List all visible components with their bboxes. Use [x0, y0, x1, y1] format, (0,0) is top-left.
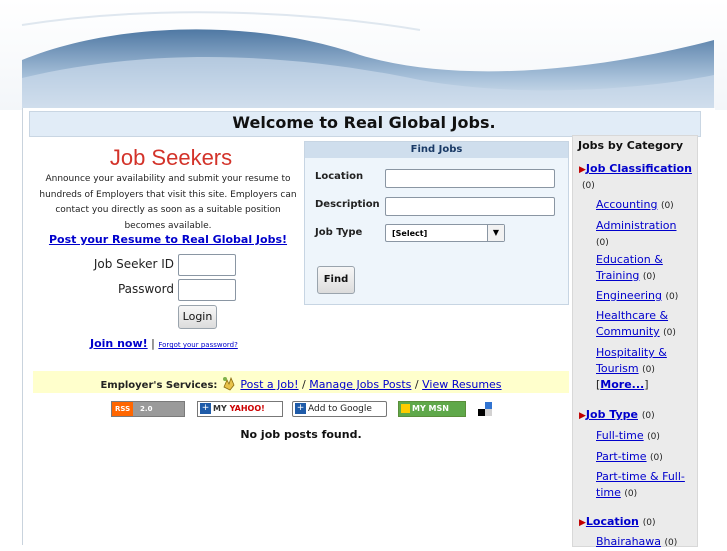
description-label: Description: [315, 199, 380, 210]
type-parttime-link[interactable]: Part-time: [596, 450, 647, 463]
job-classification-link[interactable]: Job Classification: [586, 162, 692, 175]
category-engineering-link[interactable]: Engineering: [596, 289, 662, 302]
sidebar-title: Jobs by Category: [578, 139, 684, 152]
post-job-link[interactable]: Post a Job!: [240, 378, 298, 391]
category-administration-link[interactable]: Administration: [596, 219, 677, 232]
category-count: (0): [642, 365, 655, 375]
join-now-link[interactable]: Join now!: [90, 337, 148, 350]
find-jobs-heading: Find Jobs: [305, 142, 568, 158]
join-separator: |: [151, 337, 155, 350]
forgot-password-link[interactable]: Forgot your password?: [158, 341, 237, 349]
location-count: (0): [642, 518, 656, 528]
sidebar-type-fulltime: Full-time (0): [596, 428, 696, 445]
more-categories-link[interactable]: More...: [600, 378, 644, 391]
msn-butterfly-icon: [401, 404, 410, 413]
job-type-selected-value: [Select]: [392, 229, 428, 238]
job-type-heading: ▶Job Type (0): [579, 408, 655, 421]
password-input[interactable]: [178, 279, 236, 301]
login-button[interactable]: Login: [178, 305, 217, 329]
category-count: (0): [660, 201, 674, 211]
sidebar-category-engineering: Engineering (0): [596, 288, 696, 305]
rss-feed-button[interactable]: RSS 2.0: [111, 401, 185, 417]
sidebar-type-parttime: Part-time (0): [596, 449, 696, 466]
job-type-label: Job Type: [315, 227, 363, 238]
job-type-select[interactable]: [Select] ▼: [385, 224, 505, 242]
location-item-count: (0): [664, 538, 678, 548]
header-banner: [0, 0, 727, 110]
my-msn-label: MY MSN: [412, 404, 449, 413]
post-resume-link[interactable]: Post your Resume to Real Global Jobs!: [49, 233, 287, 246]
find-button[interactable]: Find: [317, 266, 355, 294]
add-to-google-label: Add to Google: [308, 404, 372, 414]
job-type-link[interactable]: Job Type: [586, 408, 638, 421]
caret-right-icon: ▶: [579, 518, 586, 528]
category-healthcare-link[interactable]: Healthcare & Community: [596, 309, 668, 338]
category-count: (0): [663, 328, 676, 338]
page-title: Welcome to Real Global Jobs.: [232, 113, 496, 132]
type-count: (0): [650, 453, 663, 463]
add-to-google-button[interactable]: + Add to Google: [292, 401, 387, 417]
job-seekers-title: Job Seekers: [109, 145, 233, 170]
caret-right-icon: ▶: [579, 165, 586, 175]
password-label: Password: [117, 282, 174, 296]
chevron-down-icon[interactable]: ▼: [487, 225, 504, 241]
plus-icon: +: [200, 403, 211, 414]
delicious-icon[interactable]: [478, 402, 492, 416]
manage-jobs-link[interactable]: Manage Jobs Posts: [309, 378, 411, 391]
category-count: (0): [665, 292, 679, 302]
description-input[interactable]: [385, 197, 555, 216]
category-count: (0): [642, 272, 656, 282]
category-accounting-link[interactable]: Accounting: [596, 198, 657, 211]
sidebar-more: [More...]: [596, 378, 649, 391]
location-input[interactable]: [385, 169, 555, 188]
hand-pointer-icon: [221, 376, 241, 391]
job-classification-heading: ▶Job Classification: [579, 162, 692, 175]
job-seekers-description: Announce your availability and submit yo…: [39, 174, 297, 231]
type-count: (0): [647, 432, 660, 442]
sidebar-category-hospitality: Hospitality & Tourism (0): [596, 345, 680, 378]
sidebar-type-both: Part-time & Full-time (0): [596, 469, 696, 502]
job-seeker-id-label: Job Seeker ID: [93, 257, 174, 271]
job-type-count: (0): [641, 411, 655, 421]
jobs-by-category-sidebar: Jobs by Category ▶Job Classification (0)…: [572, 135, 698, 548]
category-count: (0): [596, 238, 609, 248]
my-yahoo-prefix: MY: [213, 404, 227, 413]
sidebar-location-bhairahawa: Bhairahawa (0): [596, 534, 696, 551]
location-heading: ▶Location (0): [579, 515, 655, 528]
employer-sep-2: /: [414, 378, 419, 391]
sidebar-category-healthcare: Healthcare & Community (0): [596, 308, 680, 341]
my-yahoo-button[interactable]: + MY YAHOO!: [197, 401, 283, 417]
view-resumes-link[interactable]: View Resumes: [422, 378, 501, 391]
caret-right-icon: ▶: [579, 411, 586, 421]
location-label: Location: [315, 171, 364, 182]
sidebar-category-education: Education & Training (0): [596, 252, 684, 285]
my-msn-button[interactable]: MY MSN: [398, 401, 466, 417]
plus-icon: +: [295, 403, 306, 414]
type-both-link[interactable]: Part-time & Full-time: [596, 470, 685, 499]
no-jobs-message: No job posts found.: [240, 428, 362, 441]
rss-label: RSS: [112, 402, 134, 416]
employer-sep-1: /: [302, 378, 306, 391]
job-classification-count: (0): [582, 181, 595, 191]
sidebar-category-accounting: Accounting (0): [596, 197, 696, 214]
category-hospitality-link[interactable]: Hospitality & Tourism: [596, 346, 667, 375]
rss-version: 2.0: [140, 405, 153, 413]
type-fulltime-link[interactable]: Full-time: [596, 429, 644, 442]
sidebar-category-administration: Administration (0): [596, 218, 696, 251]
find-jobs-panel: Find Jobs Location Description Job Type …: [304, 141, 569, 305]
location-link[interactable]: Location: [586, 515, 639, 528]
location-bhairahawa-link[interactable]: Bhairahawa: [596, 535, 661, 548]
yahoo-label: YAHOO!: [229, 404, 265, 413]
employer-services-bar: Employer's Services: Post a Job! / Manag…: [33, 371, 569, 393]
banner-wave-graphic: [0, 0, 727, 110]
job-seeker-id-input[interactable]: [178, 254, 236, 276]
employer-services-label: Employer's Services:: [100, 380, 218, 391]
type-count: (0): [624, 489, 638, 499]
join-row: Join now! | Forgot your password?: [90, 337, 238, 350]
